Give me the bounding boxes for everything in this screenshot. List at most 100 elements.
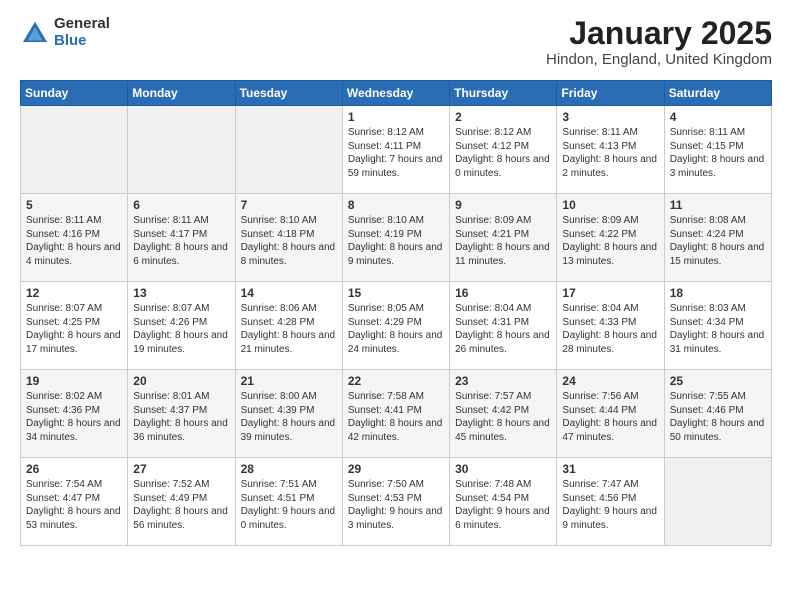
logo: General Blue	[20, 16, 110, 49]
calendar-cell: 9Sunrise: 8:09 AMSunset: 4:21 PMDaylight…	[450, 194, 557, 282]
day-number: 9	[455, 198, 551, 212]
day-number: 14	[241, 286, 337, 300]
day-number: 22	[348, 374, 444, 388]
cell-content: Sunrise: 8:04 AMSunset: 4:33 PMDaylight:…	[562, 302, 658, 356]
day-number: 30	[455, 462, 551, 476]
day-number: 23	[455, 374, 551, 388]
weekday-header: Tuesday	[235, 81, 342, 106]
day-number: 6	[133, 198, 229, 212]
calendar-cell: 18Sunrise: 8:03 AMSunset: 4:34 PMDayligh…	[664, 282, 771, 370]
weekday-header: Monday	[128, 81, 235, 106]
day-number: 4	[670, 110, 766, 124]
day-number: 12	[26, 286, 122, 300]
calendar-cell: 10Sunrise: 8:09 AMSunset: 4:22 PMDayligh…	[557, 194, 664, 282]
cell-content: Sunrise: 7:58 AMSunset: 4:41 PMDaylight:…	[348, 390, 444, 444]
location: Hindon, England, United Kingdom	[546, 51, 772, 68]
cell-content: Sunrise: 8:11 AMSunset: 4:17 PMDaylight:…	[133, 214, 229, 268]
weekday-header: Sunday	[21, 81, 128, 106]
day-number: 11	[670, 198, 766, 212]
calendar-cell: 27 Sunrise: 7:52 AMSunset: 4:49 PMDayligh…	[128, 458, 235, 546]
calendar-cell: 17Sunrise: 8:04 AMSunset: 4:33 PMDayligh…	[557, 282, 664, 370]
calendar-cell: 5 Sunrise: 8:11 AMSunset: 4:16 PMDaylight…	[21, 194, 128, 282]
weekday-header: Wednesday	[342, 81, 449, 106]
calendar-table: SundayMondayTuesdayWednesdayThursdayFrid…	[20, 80, 772, 546]
calendar-cell: 6 Sunrise: 8:11 AMSunset: 4:17 PMDaylight…	[128, 194, 235, 282]
cell-content: Sunrise: 8:04 AMSunset: 4:31 PMDaylight:…	[455, 302, 551, 356]
weekday-header: Thursday	[450, 81, 557, 106]
cell-content: Sunrise: 7:47 AMSunset: 4:56 PMDaylight:…	[562, 478, 658, 532]
calendar-cell: 21Sunrise: 8:00 AMSunset: 4:39 PMDayligh…	[235, 370, 342, 458]
cell-content: Sunrise: 8:11 AMSunset: 4:16 PMDaylight:…	[26, 214, 122, 268]
cell-content: Sunrise: 8:06 AMSunset: 4:28 PMDaylight:…	[241, 302, 337, 356]
cell-content: Sunrise: 8:03 AMSunset: 4:34 PMDaylight:…	[670, 302, 766, 356]
logo-general: General	[54, 16, 110, 33]
day-number: 5	[26, 198, 122, 212]
calendar-week-row: 5 Sunrise: 8:11 AMSunset: 4:16 PMDaylight…	[21, 194, 772, 282]
page-header: General Blue January 2025 Hindon, Englan…	[20, 16, 772, 68]
calendar-cell: 13Sunrise: 8:07 AMSunset: 4:26 PMDayligh…	[128, 282, 235, 370]
calendar-cell: 14 Sunrise: 8:06 AMSunset: 4:28 PMDayligh…	[235, 282, 342, 370]
day-number: 24	[562, 374, 658, 388]
day-number: 3	[562, 110, 658, 124]
calendar-cell: 3Sunrise: 8:11 AMSunset: 4:13 PMDaylight…	[557, 106, 664, 194]
logo-blue: Blue	[54, 33, 110, 50]
calendar-cell: 24Sunrise: 7:56 AMSunset: 4:44 PMDayligh…	[557, 370, 664, 458]
cell-content: Sunrise: 8:10 AMSunset: 4:18 PMDaylight:…	[241, 214, 337, 268]
cell-content: Sunrise: 7:50 AMSunset: 4:53 PMDaylight:…	[348, 478, 444, 532]
cell-content: Sunrise: 8:12 AMSunset: 4:11 PMDaylight:…	[348, 126, 444, 180]
calendar-cell: 19Sunrise: 8:02 AMSunset: 4:36 PMDayligh…	[21, 370, 128, 458]
calendar-cell: 16 Sunrise: 8:04 AMSunset: 4:31 PMDayligh…	[450, 282, 557, 370]
cell-content: Sunrise: 8:02 AMSunset: 4:36 PMDaylight:…	[26, 390, 122, 444]
calendar-cell: 1Sunrise: 8:12 AMSunset: 4:11 PMDaylight…	[342, 106, 449, 194]
month-title: January 2025	[546, 16, 772, 51]
cell-content: Sunrise: 7:55 AMSunset: 4:46 PMDaylight:…	[670, 390, 766, 444]
day-number: 26	[26, 462, 122, 476]
day-number: 16	[455, 286, 551, 300]
cell-content: Sunrise: 8:07 AMSunset: 4:26 PMDaylight:…	[133, 302, 229, 356]
title-area: January 2025 Hindon, England, United Kin…	[546, 16, 772, 68]
calendar-cell: 31 Sunrise: 7:47 AMSunset: 4:56 PMDayligh…	[557, 458, 664, 546]
weekday-header: Saturday	[664, 81, 771, 106]
cell-content: Sunrise: 7:51 AMSunset: 4:51 PMDaylight:…	[241, 478, 337, 532]
cell-content: Sunrise: 8:00 AMSunset: 4:39 PMDaylight:…	[241, 390, 337, 444]
calendar-cell	[128, 106, 235, 194]
calendar-cell: 23Sunrise: 7:57 AMSunset: 4:42 PMDayligh…	[450, 370, 557, 458]
cell-content: Sunrise: 8:11 AMSunset: 4:15 PMDaylight:…	[670, 126, 766, 180]
calendar-cell: 4 Sunrise: 8:11 AMSunset: 4:15 PMDaylight…	[664, 106, 771, 194]
calendar-cell: 29 Sunrise: 7:50 AMSunset: 4:53 PMDayligh…	[342, 458, 449, 546]
logo-text: General Blue	[54, 16, 110, 49]
calendar-header: SundayMondayTuesdayWednesdayThursdayFrid…	[21, 81, 772, 106]
cell-content: Sunrise: 8:01 AMSunset: 4:37 PMDaylight:…	[133, 390, 229, 444]
calendar-week-row: 26 Sunrise: 7:54 AMSunset: 4:47 PMDayligh…	[21, 458, 772, 546]
day-number: 7	[241, 198, 337, 212]
weekday-header: Friday	[557, 81, 664, 106]
cell-content: Sunrise: 7:52 AMSunset: 4:49 PMDaylight:…	[133, 478, 229, 532]
cell-content: Sunrise: 7:48 AMSunset: 4:54 PMDaylight:…	[455, 478, 551, 532]
cell-content: Sunrise: 8:07 AMSunset: 4:25 PMDaylight:…	[26, 302, 122, 356]
calendar-cell: 25 Sunrise: 7:55 AMSunset: 4:46 PMDayligh…	[664, 370, 771, 458]
day-number: 2	[455, 110, 551, 124]
calendar-cell: 28 Sunrise: 7:51 AMSunset: 4:51 PMDayligh…	[235, 458, 342, 546]
day-number: 20	[133, 374, 229, 388]
cell-content: Sunrise: 7:54 AMSunset: 4:47 PMDaylight:…	[26, 478, 122, 532]
day-number: 29	[348, 462, 444, 476]
calendar-cell: 11Sunrise: 8:08 AMSunset: 4:24 PMDayligh…	[664, 194, 771, 282]
day-number: 28	[241, 462, 337, 476]
calendar-cell: 8Sunrise: 8:10 AMSunset: 4:19 PMDaylight…	[342, 194, 449, 282]
calendar-body: 1Sunrise: 8:12 AMSunset: 4:11 PMDaylight…	[21, 106, 772, 546]
day-number: 15	[348, 286, 444, 300]
day-number: 31	[562, 462, 658, 476]
calendar-cell: 30 Sunrise: 7:48 AMSunset: 4:54 PMDayligh…	[450, 458, 557, 546]
calendar-cell	[235, 106, 342, 194]
calendar-cell: 12 Sunrise: 8:07 AMSunset: 4:25 PMDayligh…	[21, 282, 128, 370]
calendar-cell: 22 Sunrise: 7:58 AMSunset: 4:41 PMDayligh…	[342, 370, 449, 458]
day-number: 10	[562, 198, 658, 212]
calendar-week-row: 12 Sunrise: 8:07 AMSunset: 4:25 PMDayligh…	[21, 282, 772, 370]
calendar-cell: 26 Sunrise: 7:54 AMSunset: 4:47 PMDayligh…	[21, 458, 128, 546]
calendar-cell	[21, 106, 128, 194]
day-number: 8	[348, 198, 444, 212]
day-number: 25	[670, 374, 766, 388]
day-number: 27	[133, 462, 229, 476]
calendar-week-row: 19Sunrise: 8:02 AMSunset: 4:36 PMDayligh…	[21, 370, 772, 458]
calendar-cell: 7 Sunrise: 8:10 AMSunset: 4:18 PMDaylight…	[235, 194, 342, 282]
